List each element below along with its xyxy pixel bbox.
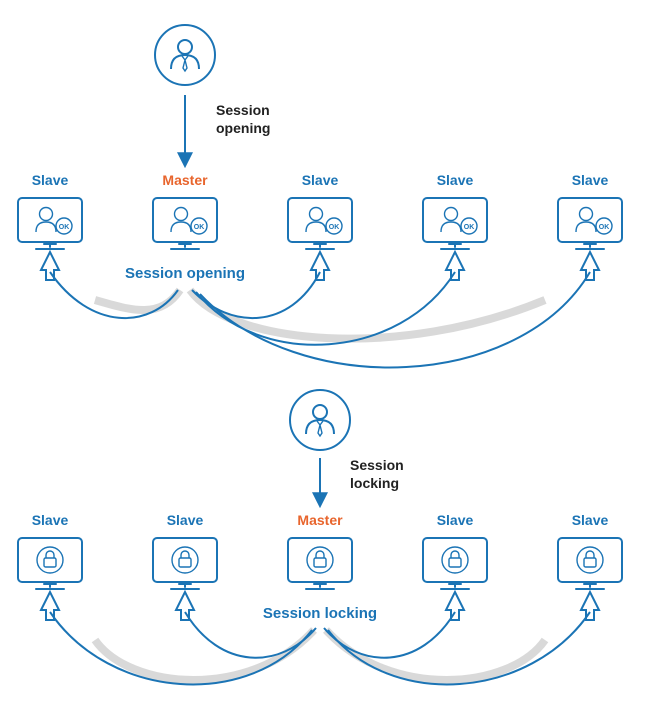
top-monitor-1 xyxy=(153,198,217,249)
top-role-1: Master xyxy=(162,172,208,188)
top-monitor-3 xyxy=(423,198,487,249)
top-caption: Session opening xyxy=(125,265,245,282)
top-user-icon xyxy=(155,25,215,85)
bottom-arrow-label-1: Session xyxy=(350,457,404,473)
bot-monitor-2 xyxy=(288,538,352,589)
top-monitor-4 xyxy=(558,198,622,249)
bot-role-0: Slave xyxy=(32,512,69,528)
bot-curve-0 xyxy=(50,612,312,684)
top-arrow-label-2: opening xyxy=(216,120,270,136)
bot-role-4: Slave xyxy=(572,512,609,528)
bot-arrowhead-4 xyxy=(581,592,599,620)
bottom-caption: Session locking xyxy=(263,605,377,622)
bottom-user-icon xyxy=(290,390,350,450)
top-role-2: Slave xyxy=(302,172,339,188)
bot-arrowhead-0 xyxy=(41,592,59,620)
bot-monitor-0 xyxy=(18,538,82,589)
top-arrowhead-0 xyxy=(41,252,59,280)
bot-role-1: Slave xyxy=(167,512,204,528)
top-shadow-r xyxy=(190,290,545,339)
bot-role-2: Master xyxy=(297,512,343,528)
bot-role-3: Slave xyxy=(437,512,474,528)
top-arrow-label-1: Session xyxy=(216,102,270,118)
top-role-4: Slave xyxy=(572,172,609,188)
bottom-arrow-label-2: locking xyxy=(350,475,399,491)
bot-monitor-4 xyxy=(558,538,622,589)
bot-monitor-3 xyxy=(423,538,487,589)
top-monitor-2 xyxy=(288,198,352,249)
top-arrowhead-3 xyxy=(446,252,464,280)
bot-curve-4 xyxy=(328,612,590,684)
top-arrowhead-4 xyxy=(581,252,599,280)
top-curve-4 xyxy=(200,272,590,367)
top-shadow-l xyxy=(95,290,180,310)
bot-arrowhead-3 xyxy=(446,592,464,620)
top-role-0: Slave xyxy=(32,172,69,188)
top-arrowhead-2 xyxy=(311,252,329,280)
top-monitor-0 xyxy=(18,198,82,249)
top-role-3: Slave xyxy=(437,172,474,188)
bot-monitor-1 xyxy=(153,538,217,589)
bot-arrowhead-1 xyxy=(176,592,194,620)
